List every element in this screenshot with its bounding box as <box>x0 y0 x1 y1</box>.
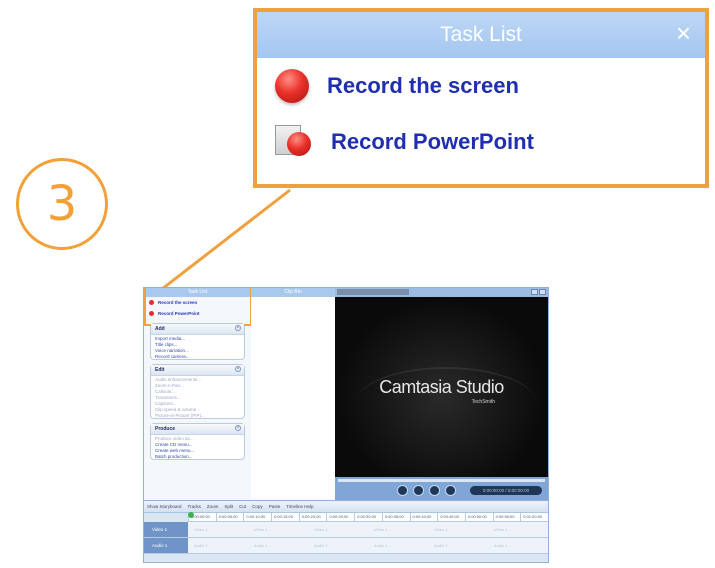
track-lane[interactable]: Audio 1 Audio 1 Audio 1 Audio 1 Audio 1 Audio… <box>188 538 548 553</box>
powerpoint-record-icon <box>275 125 313 159</box>
ruler-tick: 0:00:30;00 <box>354 513 382 521</box>
maximize-button[interactable] <box>539 289 546 295</box>
ruler-tick: 0:00:50;00 <box>464 513 493 521</box>
track-lane[interactable]: Video 1 Video 1 Video 1 Video 1 Video 1 Video… <box>188 522 548 537</box>
group-title[interactable]: Edit ^ <box>151 365 244 376</box>
task-list-highlight <box>144 288 252 326</box>
group-produce: Produce ^ Produce video as... Create CD m… <box>150 423 245 460</box>
rewind-icon[interactable] <box>397 485 408 496</box>
ruler-tick: 0:00:25;00 <box>326 513 354 521</box>
group-title[interactable]: Add ^ <box>151 324 244 335</box>
split-button[interactable]: Split <box>224 504 233 509</box>
paste-button[interactable]: Paste <box>269 504 281 509</box>
timeline-toolbar: Show Storyboard Tracks Zoom Split Cut Co… <box>144 501 548 513</box>
ruler-tick: 0:00:05;00 <box>215 513 244 521</box>
ruler-tick: 0:01:00;00 <box>520 513 548 521</box>
track-name: Audio 1 <box>144 538 188 553</box>
group-title[interactable]: Produce ^ <box>151 424 244 435</box>
chevron-up-icon: ^ <box>235 425 241 431</box>
cut-button[interactable]: Cut <box>239 504 246 509</box>
ruler-tick: 0:00:10;00 <box>243 513 271 521</box>
timeline-help-button[interactable]: Timeline Help <box>286 504 313 509</box>
audio-track: Audio 1 Audio 1 Audio 1 Audio 1 Audio 1 Audi… <box>144 538 548 554</box>
task-record-powerpoint[interactable]: Record PowerPoint <box>257 114 705 170</box>
scrub-bar[interactable] <box>338 479 545 482</box>
playhead-marker[interactable] <box>188 512 194 518</box>
group-edit: Edit ^ Audio enhancements... Zoom-n-Pan..… <box>150 364 245 419</box>
preview-toolbar <box>335 288 548 297</box>
task-label: Record PowerPoint <box>331 129 534 154</box>
track-name: Video 1 <box>144 522 188 537</box>
record-icon <box>275 69 309 103</box>
group-item[interactable]: Record camera... <box>151 353 244 359</box>
ruler-tick: 0:00:40;00 <box>409 513 438 521</box>
fast-forward-icon[interactable] <box>445 485 456 496</box>
preview-pane: Camtasia Studio TechSmith 0:00:00:00 / 0… <box>335 288 548 500</box>
group-add: Add ^ Import media... Title clips... Voic… <box>150 323 245 360</box>
timeline-pane: Show Storyboard Tracks Zoom Split Cut Co… <box>144 500 548 562</box>
step-number: 3 <box>46 176 78 232</box>
ruler-tick: 0:00:35;00 <box>381 513 410 521</box>
ruler-tick: 0:00:45;00 <box>437 513 465 521</box>
task-pane: Task List Record the screen Record Power… <box>144 288 252 500</box>
minimize-button[interactable] <box>531 289 538 295</box>
show-storyboard-button[interactable]: Show Storyboard <box>147 504 182 509</box>
copy-button[interactable]: Copy <box>252 504 263 509</box>
task-list-title: Task List <box>440 23 522 46</box>
step-back-icon[interactable] <box>413 485 424 496</box>
ruler-tick: 0:00:15;00 <box>271 513 299 521</box>
task-record-screen[interactable]: Record the screen <box>257 58 705 114</box>
chevron-up-icon: ^ <box>235 325 241 331</box>
brand-title: Camtasia Studio <box>379 377 504 397</box>
play-icon[interactable] <box>429 485 440 496</box>
timeline-ruler: 0:00:00;00 0:00:05;00 0:00:10;00 0:00:15… <box>188 513 548 522</box>
chevron-up-icon: ^ <box>235 366 241 372</box>
tracks-button[interactable]: Tracks <box>188 504 201 509</box>
task-list-header: Task List × <box>257 12 705 58</box>
group-item[interactable]: Picture-in-Picture (PIP)... <box>151 412 244 418</box>
preview-screen: Camtasia Studio TechSmith <box>336 297 547 477</box>
video-track: Video 1 Video 1 Video 1 Video 1 Video 1 Vide… <box>144 522 548 538</box>
zoom-button[interactable]: Zoom <box>207 504 219 509</box>
clip-bin-header: Clip Bin <box>251 288 335 297</box>
timecode-display: 0:00:00:00 / 0:00:00:00 <box>470 486 542 495</box>
clip-bin-pane: Clip Bin <box>251 288 335 500</box>
task-list-callout: Task List × Record the screen Record Pow… <box>253 8 709 188</box>
brand-subtitle: TechSmith <box>471 399 495 405</box>
playback-controls: 0:00:00:00 / 0:00:00:00 <box>335 477 548 500</box>
ruler-tick: 0:00:55;00 <box>492 513 521 521</box>
step-number-badge: 3 <box>16 158 108 250</box>
ruler-tick: 0:00:20;00 <box>298 513 327 521</box>
close-icon[interactable]: × <box>676 20 691 46</box>
group-item[interactable]: Batch production... <box>151 453 244 459</box>
preview-title-bar <box>337 289 409 295</box>
task-label: Record the screen <box>327 73 519 98</box>
camtasia-app-thumbnail: Task List Record the screen Record Power… <box>143 287 549 563</box>
